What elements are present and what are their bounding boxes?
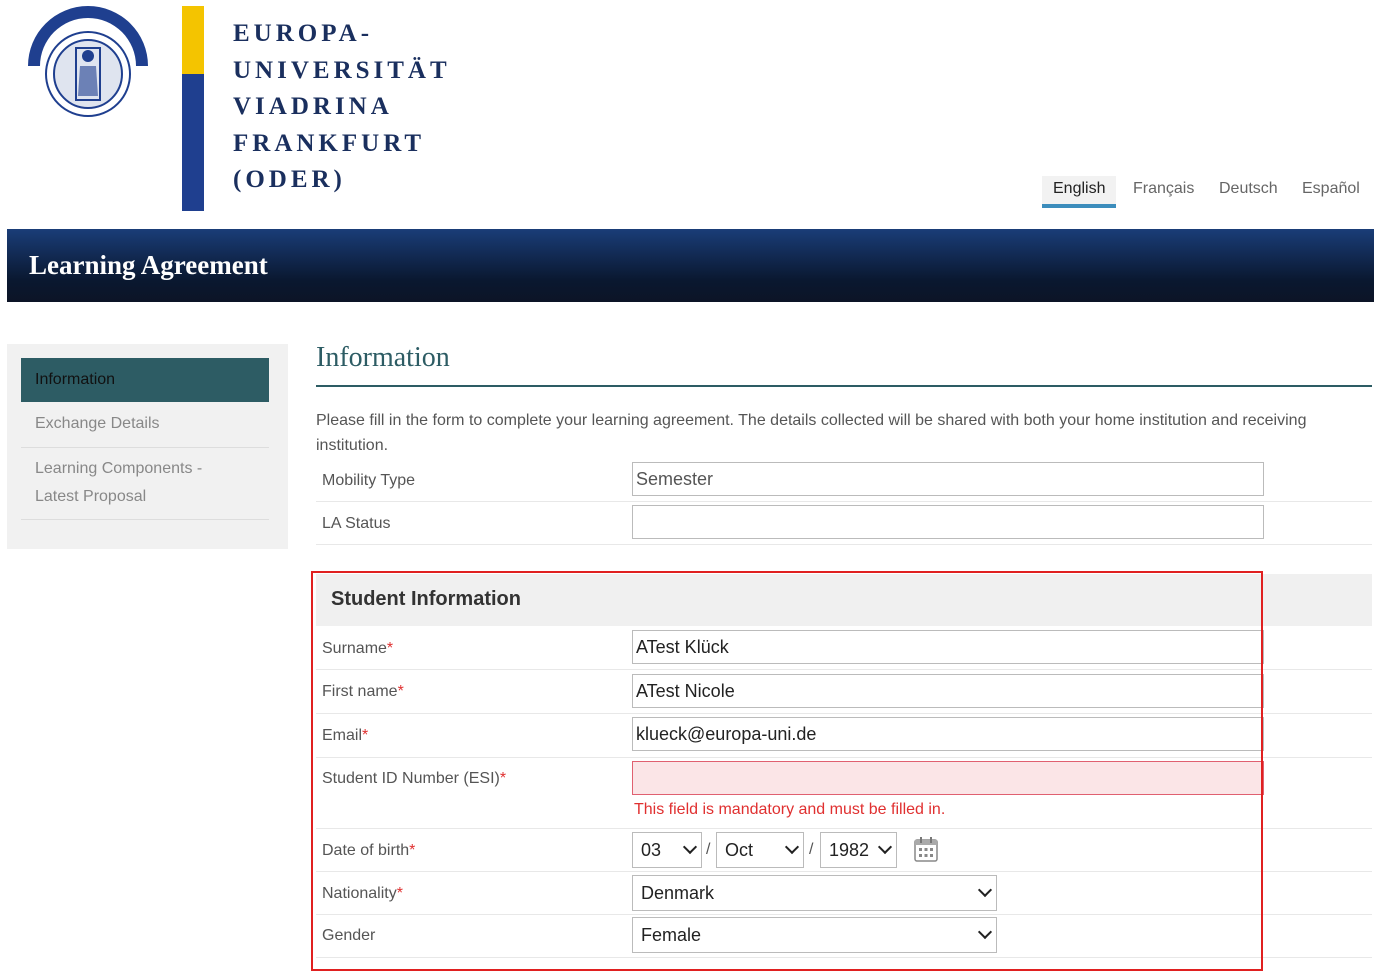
lang-tab-deutsch[interactable]: Deutsch [1219,180,1278,198]
logo-line: (ODER) [233,166,346,193]
required-asterisk: * [499,770,507,787]
page-banner: Learning Agreement [7,229,1374,302]
field-error-message: This field is mandatory and must be fill… [634,801,946,818]
logo-line: EUROPA- [233,20,374,47]
form-row-first-name: First name* ATest Nicole [316,670,1372,714]
dob-year-select[interactable]: 1982 [820,832,897,868]
sidebar-item-label: Exchange Details [35,415,160,432]
chevron-down-icon [977,882,993,898]
form-row-la-status: LA Status [316,502,1372,545]
first-name-input[interactable]: ATest Nicole [632,674,1264,708]
logo-line: VIADRINA [233,93,393,120]
field-label: Gender [322,927,376,944]
chevron-down-icon [682,839,698,855]
date-separator: / [706,841,711,858]
sidebar-item-information[interactable]: Information [21,358,269,402]
field-label: Nationality* [322,885,403,902]
section-title: Student Information [331,588,521,610]
sidebar-item-exchange-details[interactable]: Exchange Details [21,410,269,448]
nationality-select[interactable]: Denmark [632,875,997,911]
date-separator: / [809,841,814,858]
sidebar: Information Exchange Details Learning Co… [7,344,288,549]
lang-tab-espanol[interactable]: Español [1302,180,1360,198]
section-header-student-information: Student Information [316,574,1372,626]
university-seal-icon [26,6,150,132]
dob-day-select[interactable]: 03 [632,832,702,868]
sidebar-item-learning-components[interactable]: Learning Components - Latest Proposal [21,455,269,520]
university-logo-text: EUROPA- UNIVERSITÄT VIADRINA FRANKFURT (… [233,16,451,199]
email-input[interactable]: klueck@europa-uni.de [632,717,1264,751]
chevron-down-icon [977,924,993,940]
dob-month-select[interactable]: Oct [716,832,804,868]
student-id-input[interactable] [632,761,1264,795]
gender-select[interactable]: Female [632,917,997,953]
calendar-icon[interactable] [914,836,938,862]
required-asterisk: * [362,727,369,744]
banner-title: Learning Agreement [29,250,268,280]
intro-text: Please fill in the form to complete your… [316,412,1307,454]
surname-input[interactable]: ATest Klück [632,630,1264,664]
required-asterisk: * [397,683,404,700]
chevron-down-icon [784,839,800,855]
logo-line: FRANKFURT [233,129,426,157]
field-label: Email* [322,727,369,744]
la-status-field [632,505,1264,539]
field-label: Date of birth* [322,842,416,859]
lang-tab-francais[interactable]: Français [1133,180,1194,198]
field-label: Mobility Type [322,472,416,489]
required-asterisk: * [409,842,416,859]
lang-tab-english[interactable]: English [1042,176,1117,208]
logo-bar-yellow [182,6,204,74]
logo-line: UNIVERSITÄT [233,56,451,84]
field-label: LA Status [322,515,391,532]
required-asterisk: * [396,885,403,902]
sidebar-item-label: Latest Proposal [35,488,147,505]
required-asterisk: * [386,640,394,657]
form-row-mobility-type: Mobility Type Semester [316,460,1372,502]
title-divider [316,385,1372,387]
form-row-student-id: Student ID Number (ESI)* This field is m… [316,758,1372,829]
field-label: First name* [322,683,404,700]
form-row-surname: Surname* ATest Klück [316,627,1372,670]
chevron-down-icon [877,839,893,855]
mobility-type-field: Semester [632,462,1264,496]
field-label: Surname* [322,640,394,657]
page-title: Information [316,342,450,373]
sidebar-item-label: Learning Components - [35,460,203,477]
form-row-email: Email* klueck@europa-uni.de [316,714,1372,758]
logo-bar-blue [182,74,204,211]
field-label: Student ID Number (ESI)* [322,770,507,787]
